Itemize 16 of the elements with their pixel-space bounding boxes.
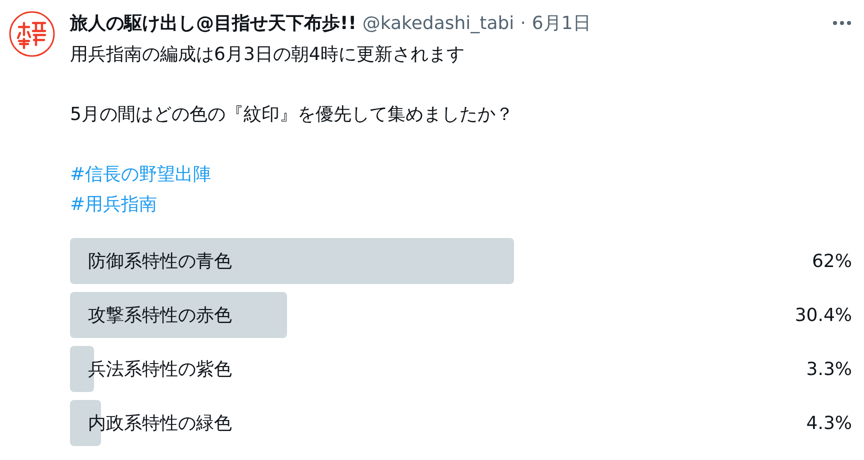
poll-percentage: 30.4% xyxy=(794,304,852,326)
avatar-icon[interactable] xyxy=(8,10,56,58)
poll-option-label: 内政系特性の緑色 xyxy=(87,412,232,435)
display-name[interactable]: 旅人の駆け出し@目指せ天下布歩!! xyxy=(70,11,356,35)
tweet-date[interactable]: 6月1日 xyxy=(532,11,591,35)
tweet-text: 用兵指南の編成は6月3日の朝4時に更新されます xyxy=(70,43,464,67)
poll-percentage: 3.3% xyxy=(805,358,852,380)
poll-percentage: 62% xyxy=(810,250,852,272)
user-handle[interactable]: @kakedashi_tabi xyxy=(362,12,514,34)
poll-option-label: 攻撃系特性の赤色 xyxy=(87,304,232,327)
poll-option-label: 兵法系特性の紫色 xyxy=(87,358,232,381)
tweet-text: 5月の間はどの色の『紋印』を優先して集めましたか？ xyxy=(70,103,514,127)
poll-percentage: 4.3% xyxy=(805,412,852,434)
more-options-icon[interactable] xyxy=(832,20,852,26)
poll-option-label: 防御系特性の青色 xyxy=(87,250,232,273)
separator-dot: · xyxy=(520,12,526,34)
